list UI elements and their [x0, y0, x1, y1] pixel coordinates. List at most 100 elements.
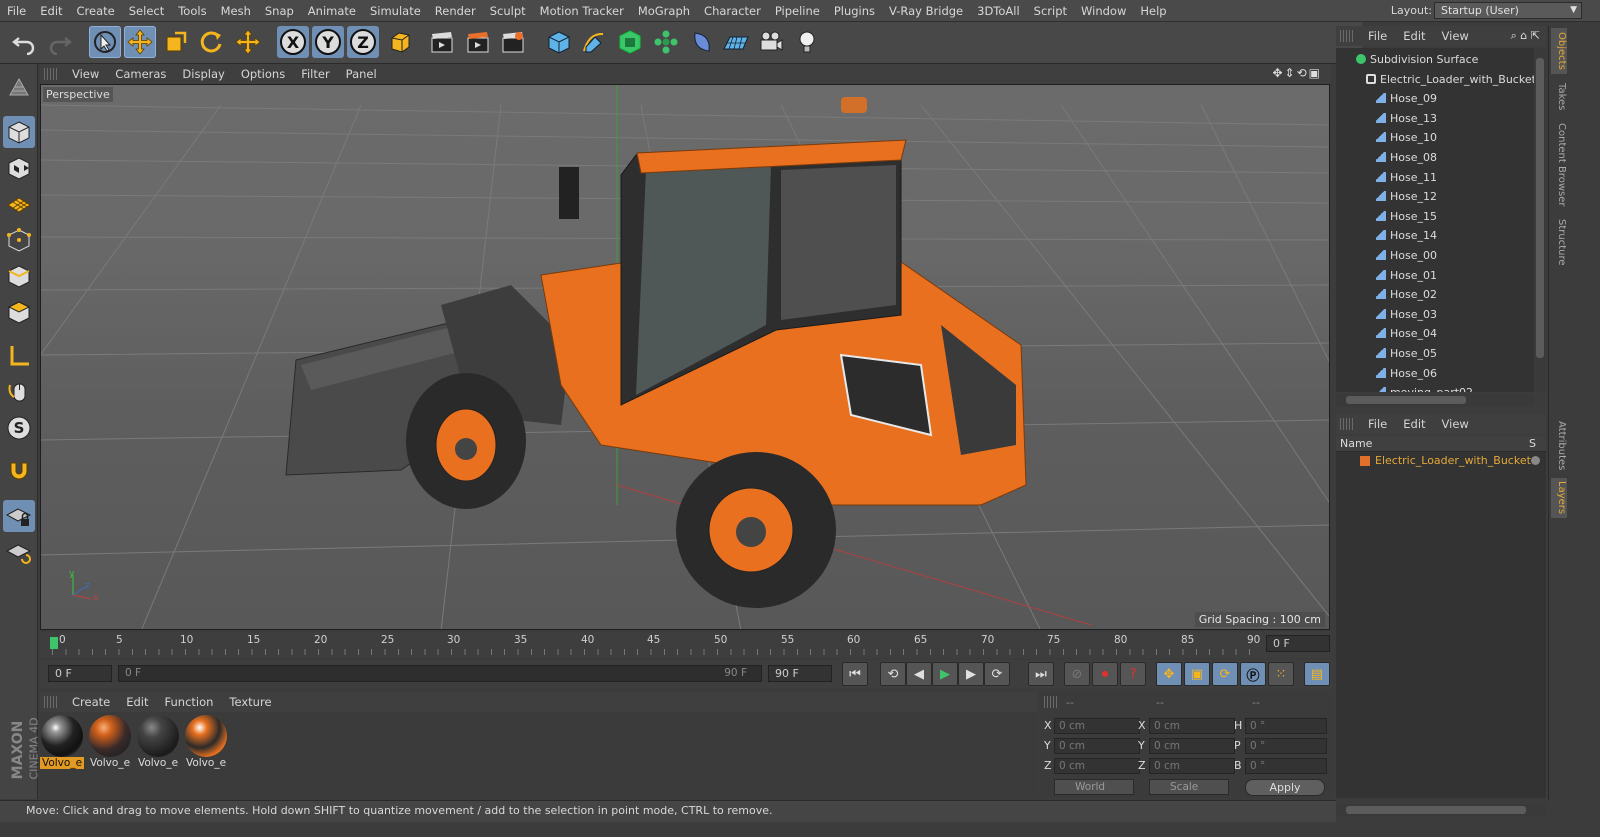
- scrollbar-thumb[interactable]: [1346, 396, 1466, 404]
- axis-mode-button[interactable]: [3, 340, 35, 372]
- menu-select[interactable]: Select: [122, 4, 171, 18]
- next-frame-button[interactable]: ▶: [958, 662, 984, 686]
- menu-mesh[interactable]: Mesh: [214, 4, 258, 18]
- viewport-menu-filter[interactable]: Filter: [293, 67, 337, 81]
- viewport-nav-icons[interactable]: ✥⇕⟲▣: [1272, 66, 1322, 80]
- go-to-end-button[interactable]: ⏭: [1028, 662, 1054, 686]
- size-z-field[interactable]: 0 cm: [1149, 758, 1235, 774]
- redo-button[interactable]: [44, 26, 76, 58]
- menu-mograph[interactable]: MoGraph: [631, 4, 697, 18]
- object-tree-item[interactable]: Hose_04: [1336, 324, 1534, 344]
- layer-solo-column[interactable]: S: [1529, 436, 1536, 451]
- x-axis-lock-button[interactable]: X: [277, 26, 309, 58]
- object-tree-horizontal-scrollbar[interactable]: [1336, 394, 1534, 406]
- mograph-cloner-button[interactable]: [650, 26, 682, 58]
- rot-b-field[interactable]: 0 °: [1245, 758, 1327, 774]
- object-tree-item[interactable]: Hose_05: [1336, 344, 1534, 364]
- frame-range-slider[interactable]: 0 F 90 F: [118, 665, 762, 682]
- render-view-button[interactable]: [426, 26, 458, 58]
- search-icon[interactable]: ⌕ ⌂ ⇱: [1511, 29, 1540, 43]
- tab-structure[interactable]: Structure: [1551, 216, 1567, 268]
- timeline-ruler[interactable]: 0 5 10 15 20 25 30 35 40 45 50 55 60 65 …: [40, 632, 1330, 658]
- coordinate-system-button[interactable]: [384, 26, 416, 58]
- menu-window[interactable]: Window: [1074, 4, 1133, 18]
- layer-name-column[interactable]: Name: [1340, 437, 1372, 450]
- size-mode-dropdown[interactable]: Scale: [1149, 779, 1229, 795]
- layers-menu-file[interactable]: File: [1360, 417, 1395, 431]
- menu-script[interactable]: Script: [1027, 4, 1074, 18]
- texture-mode-button[interactable]: [3, 152, 35, 184]
- material-menu-function[interactable]: Function: [157, 695, 222, 709]
- tab-layers[interactable]: Layers: [1551, 478, 1567, 518]
- object-tree-item[interactable]: Hose_03: [1336, 305, 1534, 325]
- object-tree-item[interactable]: Hose_11: [1336, 168, 1534, 188]
- move-tool-button[interactable]: [124, 26, 156, 58]
- previous-frame-button[interactable]: ◀: [906, 662, 932, 686]
- object-tree-item[interactable]: Electric_Loader_with_Bucket: [1336, 70, 1534, 90]
- menu-vray-bridge[interactable]: V-Ray Bridge: [882, 4, 970, 18]
- material-swatch[interactable]: Volvo_e: [136, 715, 180, 773]
- menu-character[interactable]: Character: [697, 4, 768, 18]
- object-tree-item[interactable]: Hose_14: [1336, 226, 1534, 246]
- material-swatch[interactable]: Volvo_e: [184, 715, 228, 773]
- planar-workplane-button[interactable]: [3, 536, 35, 568]
- menu-file[interactable]: File: [0, 4, 33, 18]
- record-active-objects-button[interactable]: ⏺: [1092, 662, 1118, 686]
- pen-spline-button[interactable]: [578, 26, 610, 58]
- menu-motion-tracker[interactable]: Motion Tracker: [533, 4, 631, 18]
- perspective-viewport[interactable]: y z x Perspective Grid Spacing : 100 cm: [40, 84, 1330, 630]
- undo-button[interactable]: [8, 26, 40, 58]
- object-tree-item[interactable]: Hose_02: [1336, 285, 1534, 305]
- object-tree-item[interactable]: Hose_01: [1336, 266, 1534, 286]
- rot-h-field[interactable]: 0 °: [1245, 718, 1327, 734]
- key-position-button[interactable]: ✥: [1156, 662, 1182, 686]
- workplane-mode-button[interactable]: [3, 188, 35, 220]
- menu-plugins[interactable]: Plugins: [827, 4, 882, 18]
- tab-takes[interactable]: Takes: [1551, 78, 1567, 116]
- pos-y-field[interactable]: 0 cm: [1054, 738, 1140, 754]
- pos-z-field[interactable]: 0 cm: [1054, 758, 1140, 774]
- objects-menu-file[interactable]: File: [1360, 29, 1395, 43]
- render-settings-button[interactable]: [497, 26, 529, 58]
- viewport-menu-view[interactable]: View: [64, 67, 107, 81]
- menu-sculpt[interactable]: Sculpt: [483, 4, 533, 18]
- object-tree-item[interactable]: moving_part02: [1336, 383, 1534, 392]
- objects-menu-edit[interactable]: Edit: [1395, 29, 1433, 43]
- menu-snap[interactable]: Snap: [258, 4, 301, 18]
- menu-edit[interactable]: Edit: [33, 4, 69, 18]
- snap-button[interactable]: S: [3, 412, 35, 444]
- object-tree-item[interactable]: Hose_12: [1336, 187, 1534, 207]
- tab-attributes[interactable]: Attributes: [1551, 420, 1567, 472]
- key-rotation-button[interactable]: ⟳: [1212, 662, 1238, 686]
- object-tree-item[interactable]: Hose_00: [1336, 246, 1534, 266]
- viewport-menu-display[interactable]: Display: [174, 67, 232, 81]
- key-scale-button[interactable]: ▣: [1184, 662, 1210, 686]
- menu-tools[interactable]: Tools: [171, 4, 213, 18]
- scrollbar-thumb[interactable]: [1536, 58, 1544, 358]
- size-y-field[interactable]: 0 cm: [1149, 738, 1235, 754]
- autokey-disabled-button[interactable]: ⊘: [1064, 662, 1090, 686]
- menu-create[interactable]: Create: [70, 4, 122, 18]
- material-menu-edit[interactable]: Edit: [118, 695, 156, 709]
- object-tree-item[interactable]: Hose_06: [1336, 364, 1534, 384]
- object-tree-item[interactable]: Hose_15: [1336, 207, 1534, 227]
- menu-3dtoall[interactable]: 3DToAll: [970, 4, 1027, 18]
- layer-row[interactable]: Electric_Loader_with_Bucket: [1336, 452, 1546, 470]
- go-to-start-button[interactable]: ⏮: [842, 662, 868, 686]
- object-tree-item[interactable]: Hose_08: [1336, 148, 1534, 168]
- menu-animate[interactable]: Animate: [301, 4, 363, 18]
- key-pla-button[interactable]: ⁙: [1268, 662, 1294, 686]
- last-tool-button[interactable]: [232, 26, 264, 58]
- start-frame-field[interactable]: 0 F: [48, 665, 112, 682]
- object-tree-vertical-scrollbar[interactable]: [1534, 48, 1546, 392]
- material-swatch[interactable]: Volvo_e: [88, 715, 132, 773]
- scale-tool-button[interactable]: [160, 26, 192, 58]
- coordinate-space-dropdown[interactable]: World: [1054, 779, 1134, 795]
- add-cube-button[interactable]: [543, 26, 575, 58]
- layer-list-horizontal-scrollbar[interactable]: [1336, 804, 1546, 816]
- enable-snap-button[interactable]: [3, 456, 35, 488]
- locked-workplane-button[interactable]: [3, 500, 35, 532]
- autokeying-button[interactable]: ?: [1120, 662, 1146, 686]
- layer-solo-dot-icon[interactable]: [1531, 456, 1540, 465]
- playhead-marker[interactable]: [50, 637, 58, 649]
